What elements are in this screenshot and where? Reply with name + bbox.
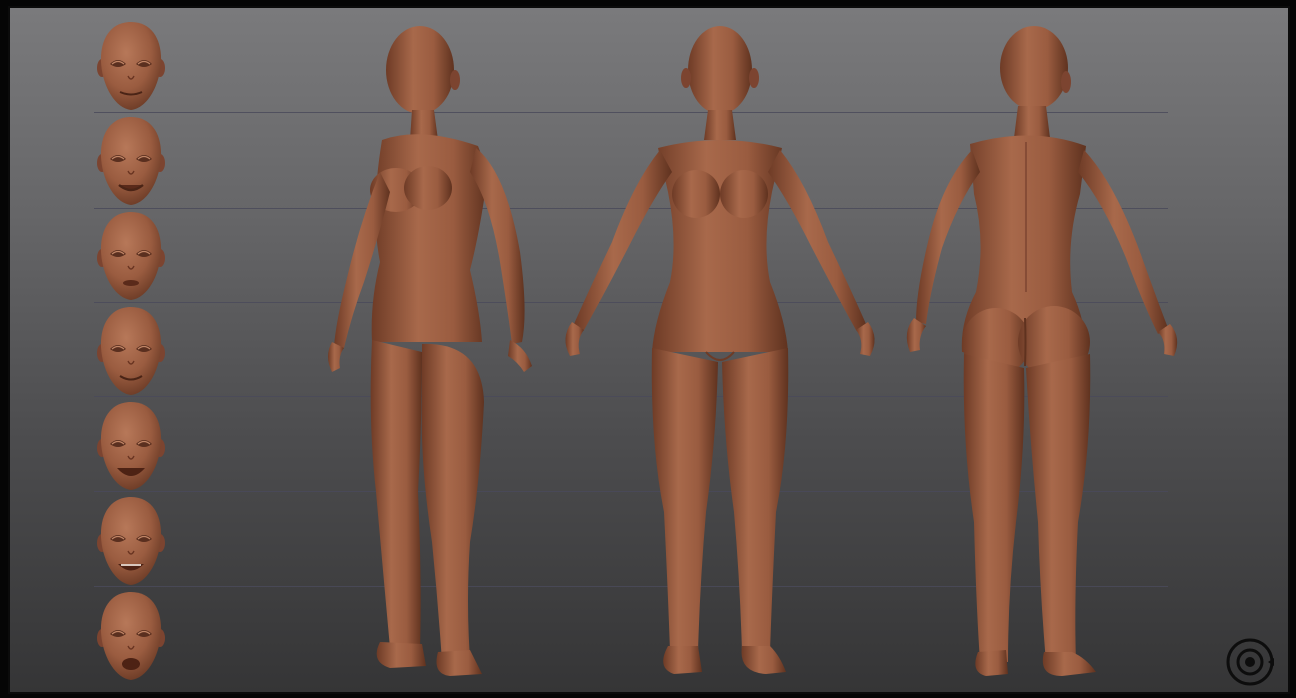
head-study: [96, 401, 166, 491]
head-study: [96, 116, 166, 206]
head-study: [96, 496, 166, 586]
figure-back-view: [906, 26, 1178, 676]
orbit-target-icon: [1226, 638, 1274, 686]
head-study: [96, 211, 166, 301]
figure-front-view: [565, 26, 875, 674]
head-study: [96, 591, 166, 681]
head-study: [96, 306, 166, 396]
render-canvas: [8, 6, 1290, 694]
figure-three-quarter-view: [328, 26, 532, 676]
head-study: [96, 21, 166, 111]
